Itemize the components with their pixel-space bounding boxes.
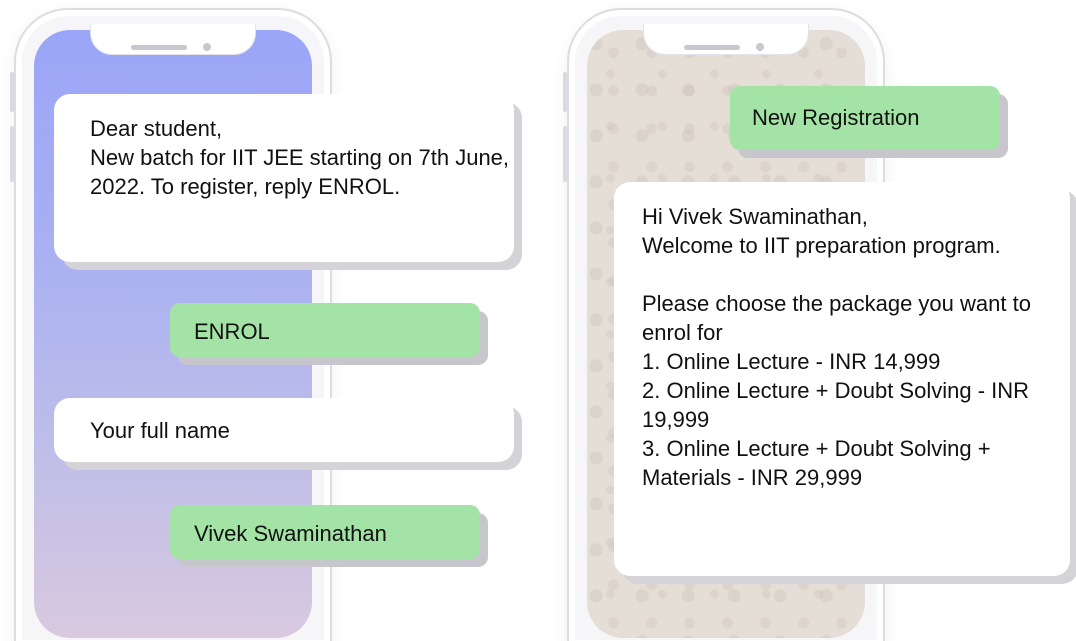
camera-icon <box>756 43 764 51</box>
volume-button <box>10 72 14 112</box>
speaker-icon <box>684 45 740 50</box>
incoming-message-full-name-prompt: Your full name <box>54 398 514 462</box>
chat-illustration: Dear student, New batch for IIT JEE star… <box>0 0 1076 641</box>
volume-button <box>10 126 14 182</box>
phone-notch <box>90 24 256 55</box>
outgoing-message-registration: New Registration <box>730 86 1000 150</box>
incoming-message-broadcast: Dear student, New batch for IIT JEE star… <box>54 94 514 262</box>
phone-notch <box>643 24 809 55</box>
incoming-message-welcome: Hi Vivek Swaminathan, Welcome to IIT pre… <box>614 182 1070 576</box>
volume-button <box>563 72 567 112</box>
outgoing-message-name: Vivek Swaminathan <box>170 505 480 559</box>
volume-button <box>563 126 567 182</box>
speaker-icon <box>131 45 187 50</box>
camera-icon <box>203 43 211 51</box>
outgoing-message-enrol: ENROL <box>170 303 480 357</box>
